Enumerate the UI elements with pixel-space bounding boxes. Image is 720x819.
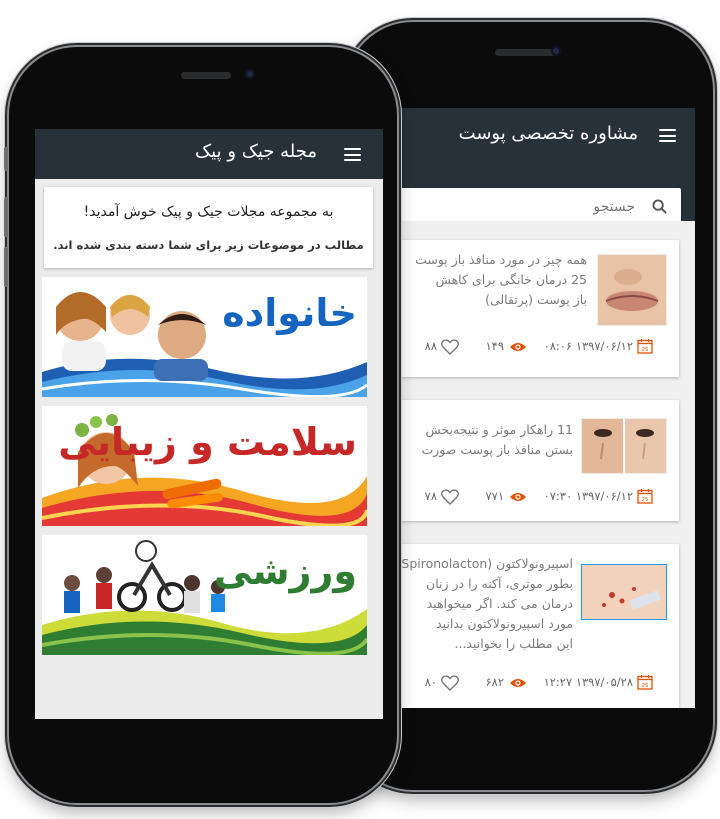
- post-card[interactable]: همه چیز در مورد منافذ باز پوست 25 درمان …: [391, 240, 679, 377]
- calendar-icon: 25: [637, 489, 653, 504]
- excerpt-line: 11 راهکار موثر و نتیجه‌بخش: [425, 422, 574, 437]
- welcome-title: به مجموعه مجلات جیک و پیک خوش آمدید!: [83, 204, 334, 220]
- excerpt-line: بطور موثری، آکنه را در زنان: [426, 576, 573, 591]
- post-card[interactable]: 11 راهکار موثر و نتیجه‌بخش بستن منافذ با…: [391, 400, 679, 521]
- post-date: ۱۳۹۷/۰۶/۱۲ ۰۸:۰۶: [543, 339, 633, 353]
- excerpt-line: اسپیرونولاکتون (Spironolacton: [401, 556, 573, 571]
- front-camera: [551, 46, 561, 56]
- heart-icon[interactable]: [441, 675, 459, 691]
- speaker: [181, 72, 231, 79]
- side-button[interactable]: [4, 147, 8, 171]
- speaker: [495, 49, 555, 56]
- eye-icon: [510, 493, 526, 501]
- category-label: ورزشی: [213, 549, 358, 593]
- category-banner-family[interactable]: خانواده: [42, 277, 367, 397]
- like-count: ۷۸: [424, 489, 437, 503]
- post-thumbnail[interactable]: [581, 564, 667, 620]
- calendar-icon: 25: [637, 675, 653, 690]
- calendar-day: 25: [642, 683, 649, 689]
- back-screen: مشاوره تخصصی پوست همه چیز در مورد منافذ …: [391, 108, 695, 708]
- search-icon[interactable]: [652, 199, 667, 214]
- excerpt-line: مورد اسپیرونولاکتون بدانید: [436, 616, 573, 631]
- calendar-day: 25: [642, 347, 649, 353]
- front-screen: مجله جیک و پیک به مجموعه مجلات جیک و پیک…: [35, 129, 383, 719]
- calendar-icon: 25: [637, 339, 653, 354]
- post-thumbnail[interactable]: [597, 254, 667, 326]
- menu-icon[interactable]: [344, 148, 361, 161]
- category-banner-sports[interactable]: ورزشی: [42, 535, 367, 655]
- category-label: خانواده: [222, 291, 358, 335]
- post-date: ۱۳۹۷/۰۵/۲۸ ۱۲:۲۷: [543, 675, 633, 689]
- like-count: ۸۰: [424, 675, 437, 689]
- like-count: ۸۸: [424, 339, 437, 353]
- view-count: ۶۸۲: [485, 675, 504, 689]
- view-count: ۷۷۱: [485, 489, 504, 503]
- calendar-day: 25: [642, 497, 649, 503]
- front-camera: [245, 69, 255, 79]
- heart-icon[interactable]: [441, 339, 459, 355]
- side-button[interactable]: [4, 247, 8, 287]
- excerpt-line: این مطلب را بخوانید...: [454, 636, 573, 651]
- menu-icon[interactable]: [659, 129, 676, 142]
- excerpt-line: باز پوست (پرتقالی): [485, 292, 587, 307]
- view-count: ۱۴۹: [485, 339, 504, 353]
- app-title: مشاوره تخصصی پوست: [458, 123, 638, 144]
- category-banner-health-beauty[interactable]: سلامت و زیبایی: [42, 406, 367, 526]
- post-date: ۱۳۹۷/۰۶/۱۲ ۰۷:۳۰: [543, 489, 633, 503]
- eye-icon: [510, 343, 526, 351]
- excerpt-line: بستن منافذ باز پوست صورت: [421, 442, 573, 457]
- front-phone: مجله جیک و پیک به مجموعه مجلات جیک و پیک…: [4, 47, 397, 803]
- post-excerpt[interactable]: 11 راهکار موثر و نتیجه‌بخش بستن منافذ با…: [391, 420, 573, 460]
- post-excerpt[interactable]: همه چیز در مورد منافذ باز پوست 25 درمان …: [391, 250, 587, 310]
- search-bar: [391, 165, 695, 226]
- app-title: مجله جیک و پیک: [195, 141, 317, 162]
- app-bar: مشاوره تخصصی پوست: [391, 108, 695, 165]
- app-bar: مجله جیک و پیک: [35, 129, 383, 179]
- excerpt-line: همه چیز در مورد منافذ باز پوست: [415, 252, 587, 267]
- welcome-subtitle: مطالب در موضوعات زیر برای شما دسته بندی …: [53, 238, 364, 252]
- spacer: [391, 221, 695, 231]
- post-card[interactable]: اسپیرونولاکتون (Spironolacton بطور موثری…: [391, 544, 679, 708]
- eye-icon: [510, 679, 526, 687]
- post-thumbnail[interactable]: [581, 418, 667, 474]
- excerpt-line: درمان می کند. اگر میخواهید: [426, 596, 573, 611]
- back-phone: مشاوره تخصصی پوست همه چیز در مورد منافذ …: [345, 22, 713, 790]
- post-excerpt[interactable]: اسپیرونولاکتون (Spironolacton بطور موثری…: [391, 554, 573, 654]
- side-button[interactable]: [4, 197, 8, 237]
- excerpt-line: 25 درمان خانگی برای کاهش: [435, 272, 587, 287]
- heart-icon[interactable]: [441, 489, 459, 505]
- welcome-card: به مجموعه مجلات جیک و پیک خوش آمدید! مطا…: [44, 187, 373, 268]
- category-label: سلامت و زیبایی: [58, 420, 358, 464]
